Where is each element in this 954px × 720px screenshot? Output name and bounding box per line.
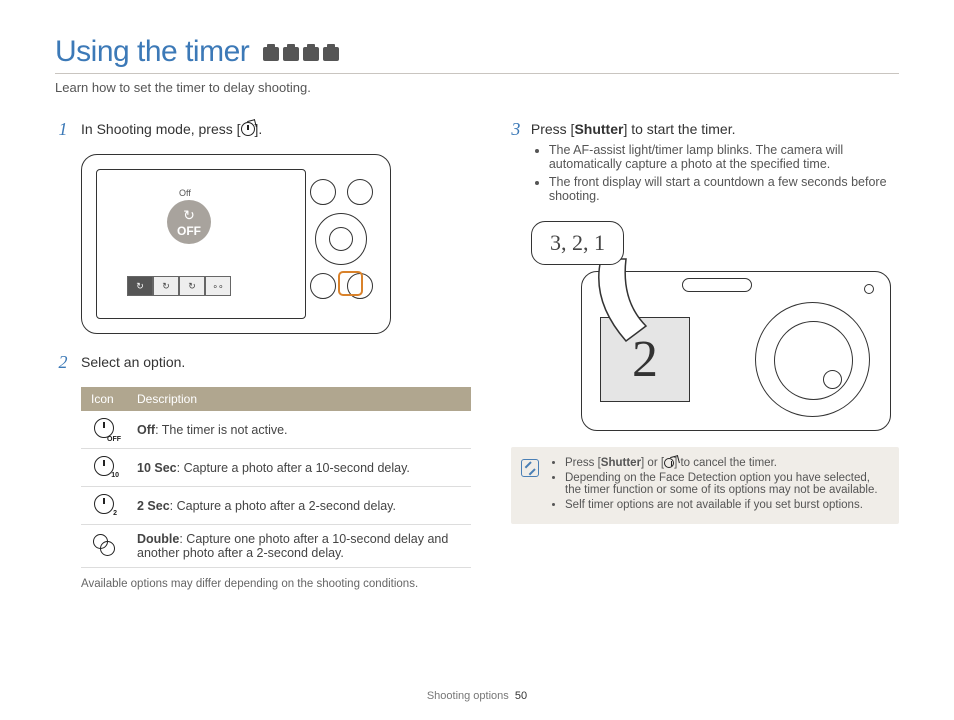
step-3-bullets: The AF-assist light/timer lamp blinks. T… [531, 143, 899, 203]
step-1-text: In Shooting mode, press []. [81, 119, 262, 140]
dpad [315, 213, 367, 265]
step-3-text: Press [Shutter] to start the timer. The … [531, 119, 899, 207]
th-icon: Icon [81, 387, 127, 411]
s3-bold: Shutter [574, 121, 623, 137]
two-sec-timer-icon: 2 [94, 494, 114, 514]
table-row: OFF Off: The timer is not active. [81, 411, 471, 449]
bullet-2: The front display will start a countdown… [549, 175, 899, 203]
info-box: Press [Shutter] or [ ] to cancel the time… [511, 447, 899, 524]
row-label: 2 Sec [137, 499, 170, 513]
step-2-number: 2 [55, 352, 71, 373]
speech-bubble: 3, 2, 1 [531, 221, 624, 265]
flash-dot [864, 284, 874, 294]
step-3-number: 3 [511, 119, 521, 207]
row-text: : The timer is not active. [155, 423, 287, 437]
camera-grip [682, 278, 752, 292]
footer-page-number: 50 [515, 690, 527, 702]
timer-icon-small [664, 458, 674, 468]
row-text: : Capture a photo after a 2-second delay… [170, 499, 396, 513]
info-bullet-2: Depending on the Face Detection option y… [565, 472, 887, 496]
ib1-post: ] to cancel the timer. [674, 457, 777, 469]
lens-outer [755, 302, 870, 417]
mode-icon-scene [303, 47, 319, 61]
page-footer: Shooting options 50 [0, 690, 954, 702]
table-row: Double: Capture one photo after a 10-sec… [81, 525, 471, 568]
off-badge: ↻ OFF [167, 200, 211, 244]
row-label: 10 Sec [137, 461, 177, 475]
strip-double-icon: ∘∘ [205, 276, 231, 296]
double-timer-icon [93, 534, 115, 556]
table-row: 10 10 Sec: Capture a photo after a 10-se… [81, 449, 471, 487]
timer-button-highlight [338, 271, 363, 296]
camera-back-illustration: Off ↻ OFF ↻ ↻ ↻ ∘∘ [81, 154, 391, 334]
speech-tail [571, 251, 691, 371]
btn-circle-3 [310, 273, 336, 299]
table-footnote: Available options may differ depending o… [81, 578, 471, 590]
camera-screen: Off ↻ OFF ↻ ↻ ↻ ∘∘ [96, 169, 306, 319]
table-row: 2 2 Sec: Capture a photo after a 2-secon… [81, 487, 471, 525]
strip-10-icon: ↻ [153, 276, 179, 296]
ib1-bold: Shutter [601, 457, 641, 469]
off-badge-text: OFF [177, 224, 201, 238]
camera-buttons [306, 175, 376, 303]
btn-circle-1 [310, 179, 336, 205]
bullet-1: The AF-assist light/timer lamp blinks. T… [549, 143, 899, 171]
ib1-pre: Press [ [565, 457, 601, 469]
mode-icon-smart [263, 47, 279, 61]
mode-icon-program [283, 47, 299, 61]
off-timer-icon: OFF [94, 418, 114, 438]
row-text: : Capture one photo after a 10-second de… [137, 532, 448, 560]
mode-icons [263, 47, 339, 61]
info-bullet-3: Self timer options are not available if … [565, 499, 887, 511]
lens-inner [774, 321, 853, 400]
btn-circle-2 [347, 179, 373, 205]
footer-section: Shooting options [427, 690, 509, 702]
ten-sec-timer-icon: 10 [94, 456, 114, 476]
info-icon [521, 459, 539, 477]
step-1-number: 1 [55, 119, 71, 140]
options-table: Icon Description OFF Off: The timer is n… [81, 387, 471, 568]
strip-off-icon: ↻ [127, 276, 153, 296]
ib1-mid: ] or [ [641, 457, 664, 469]
info-bullet-1: Press [Shutter] or [ ] to cancel the time… [565, 457, 887, 469]
th-desc: Description [127, 387, 471, 411]
timer-icon [241, 122, 255, 136]
s3-pre: Press [ [531, 121, 575, 137]
page-subtitle: Learn how to set the timer to delay shoo… [55, 80, 899, 95]
right-column: 3 Press [Shutter] to start the timer. Th… [511, 119, 899, 590]
option-strip: ↻ ↻ ↻ ∘∘ [127, 276, 231, 296]
s3-post: ] to start the timer. [623, 121, 735, 137]
step-2-text: Select an option. [81, 352, 185, 373]
mode-icon-movie [323, 47, 339, 61]
row-label: Off [137, 423, 155, 437]
page-title: Using the timer [55, 35, 249, 69]
strip-2-icon: ↻ [179, 276, 205, 296]
lens-center [823, 370, 842, 389]
camera-front-illustration: 3, 2, 1 2 [531, 221, 891, 431]
off-label-small: Off [179, 188, 191, 198]
row-label: Double [137, 532, 179, 546]
step-1-pre: In Shooting mode, press [ [81, 121, 241, 137]
row-text: : Capture a photo after a 10-second dela… [177, 461, 410, 475]
left-column: 1 In Shooting mode, press []. Off ↻ OFF … [55, 119, 471, 590]
